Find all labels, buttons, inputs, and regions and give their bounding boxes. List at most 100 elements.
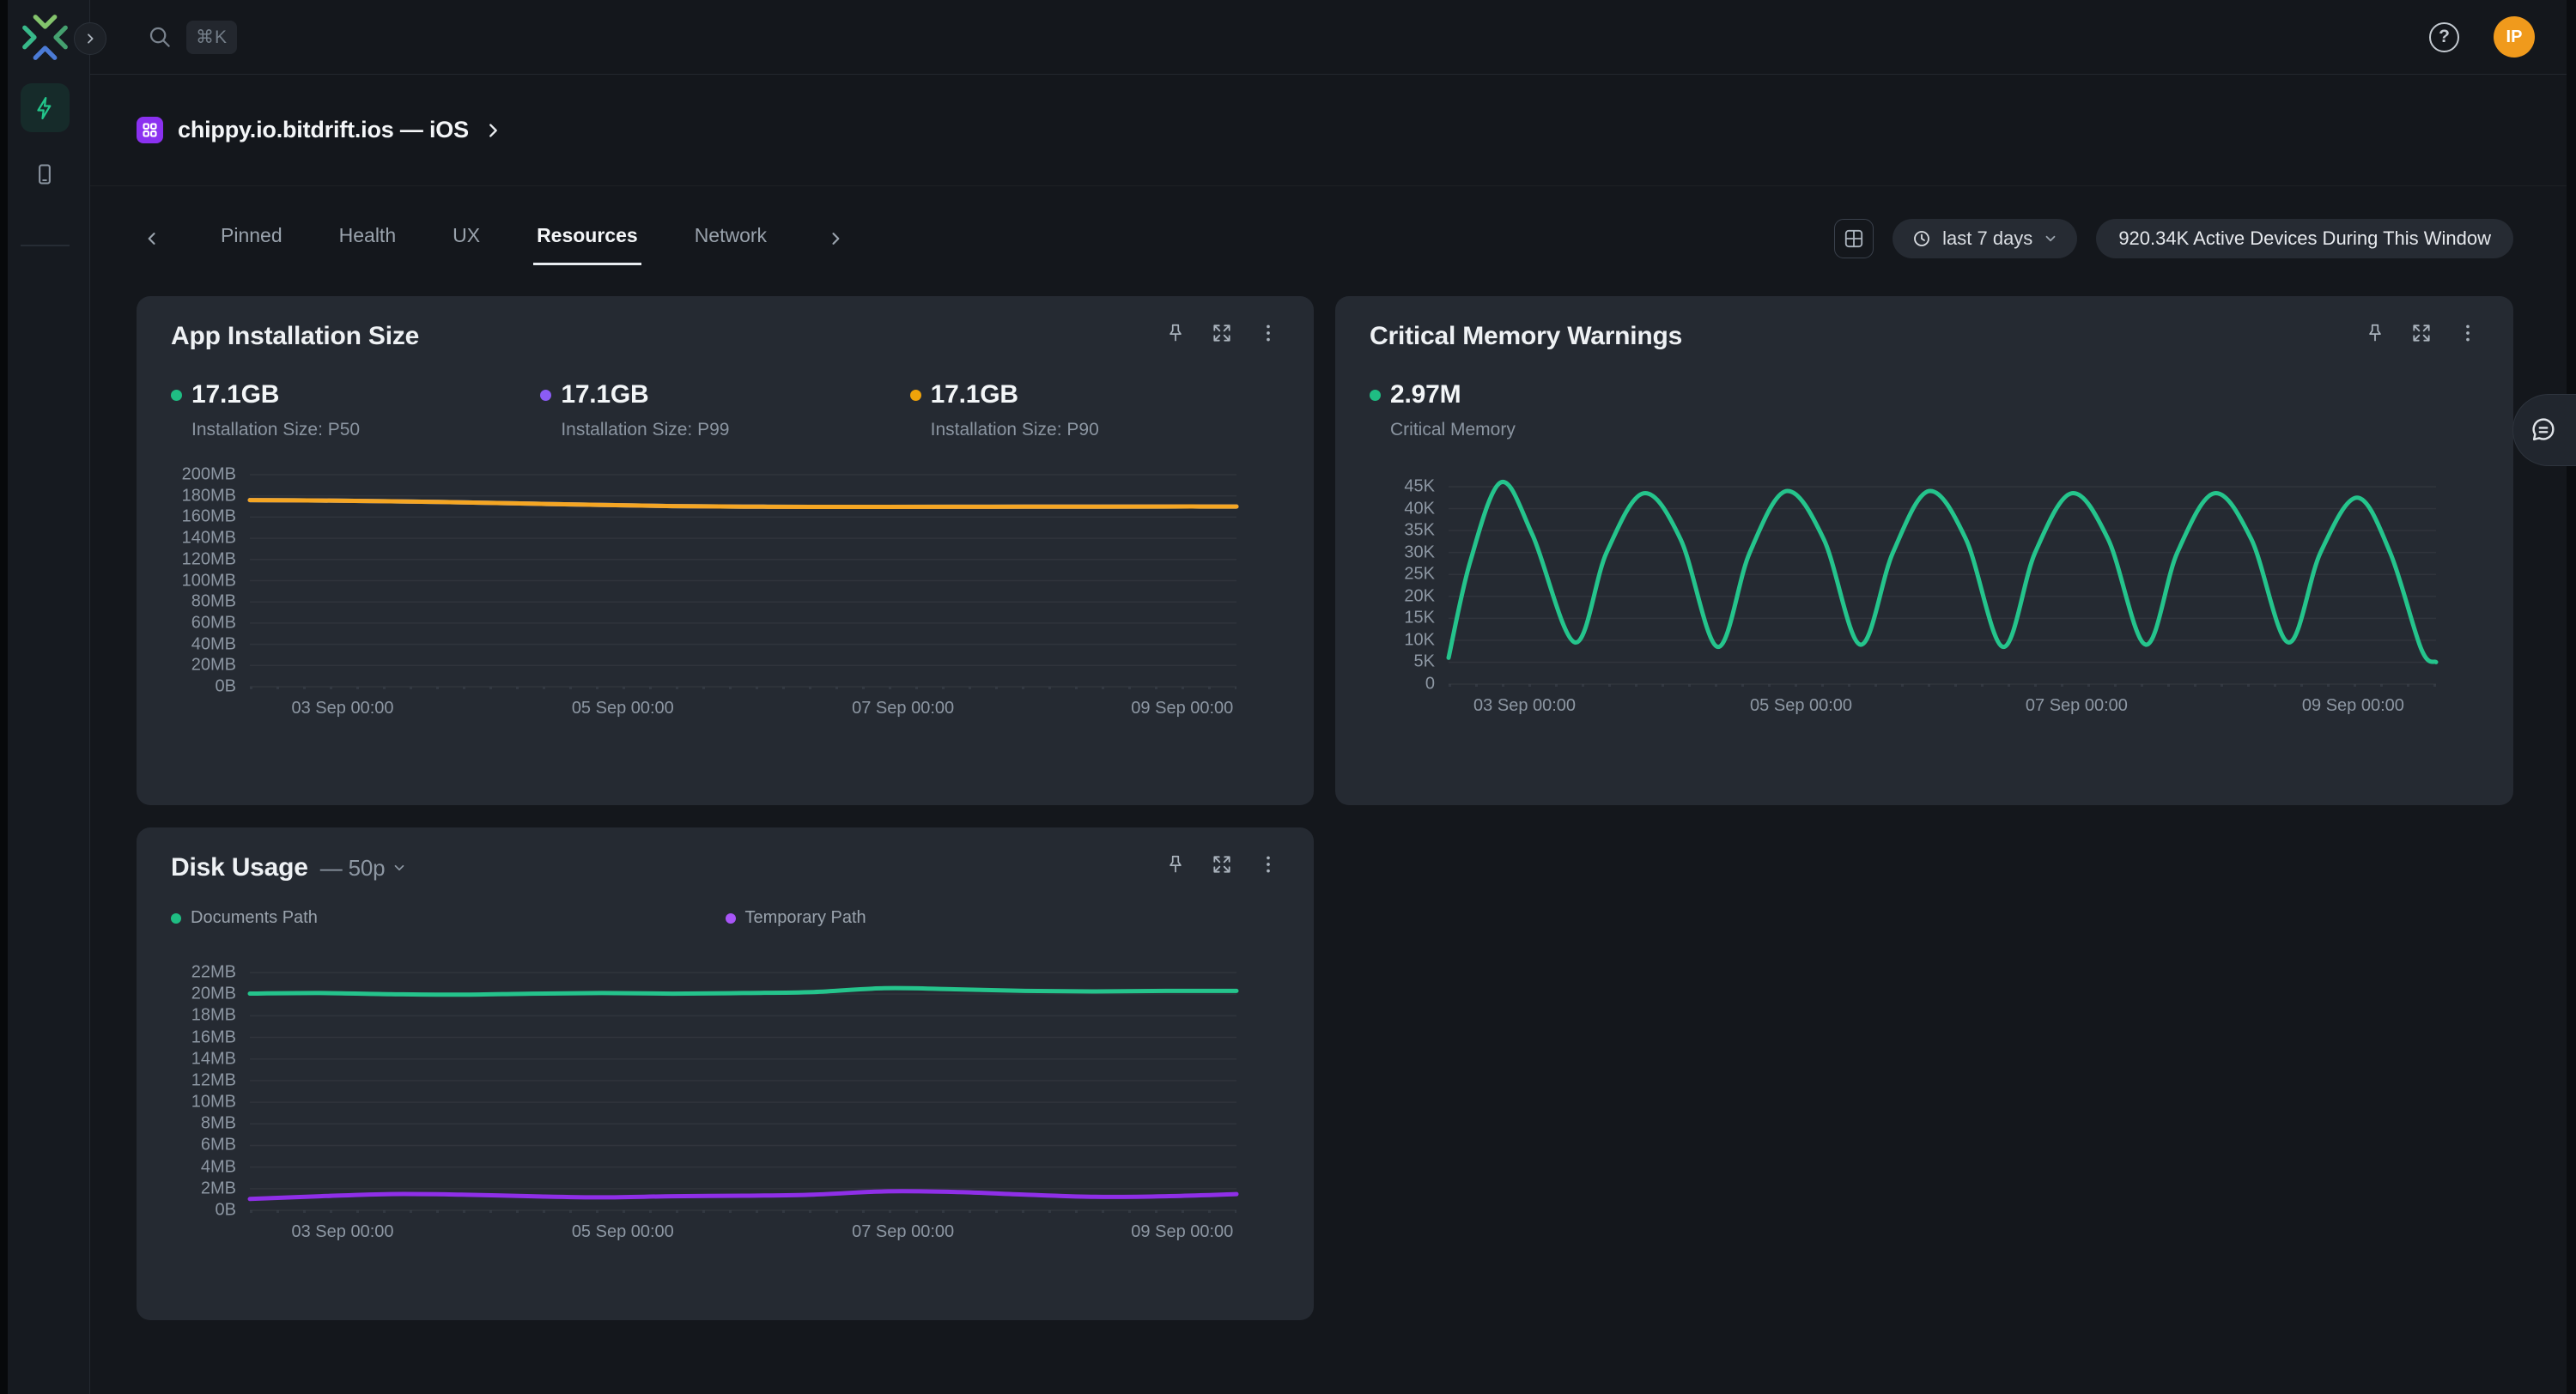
lightning-icon: [32, 95, 58, 121]
topbar: ⌘K ? IP: [90, 0, 2576, 75]
stat-p99: 17.1GB Installation Size: P99: [540, 380, 909, 440]
chat-bubble-icon: [2529, 415, 2558, 445]
plot-area[interactable]: 03 Sep 00:0005 Sep 00:0007 Sep 00:0009 S…: [1449, 487, 2436, 684]
disk-usage-chart: 22MB20MB18MB16MB14MB12MB10MB8MB6MB4MB2MB…: [171, 973, 1279, 1210]
y-axis-labels: 22MB20MB18MB16MB14MB12MB10MB8MB6MB4MB2MB…: [171, 973, 250, 1210]
breadcrumb: chippy.io.bitdrift.ios — iOS: [90, 75, 2576, 186]
y-axis-labels: 45K40K35K30K25K20K15K10K5K0: [1370, 487, 1449, 684]
card-header: Disk Usage — 50p: [171, 853, 1279, 882]
page-content: chippy.io.bitdrift.ios — iOS Pinned Heal…: [90, 75, 2576, 1394]
stat-dot: [540, 390, 551, 401]
avatar[interactable]: IP: [2494, 16, 2535, 58]
window-edge-right: [2567, 0, 2576, 1394]
percentile-selector[interactable]: — 50p: [320, 855, 408, 882]
sidebar-divider: [21, 245, 70, 246]
app-installation-chart: 200MB180MB160MB140MB120MB100MB80MB60MB40…: [171, 475, 1279, 687]
x-axis-labels: 03 Sep 00:0005 Sep 00:0007 Sep 00:0009 S…: [250, 699, 1236, 723]
pin-icon[interactable]: [2364, 322, 2386, 344]
card-actions: [1164, 322, 1279, 344]
stat-label: Installation Size: P90: [931, 420, 1279, 440]
legend-label: Documents Path: [191, 908, 318, 928]
help-icon[interactable]: ?: [2429, 22, 2459, 52]
chevron-down-icon: [392, 860, 407, 876]
tab-pinned[interactable]: Pinned: [217, 212, 286, 265]
search-icon: [147, 24, 173, 50]
chevron-right-icon[interactable]: [483, 121, 502, 140]
tab-ux[interactable]: UX: [449, 212, 483, 265]
chart-legend: Documents Path Temporary Path: [171, 908, 1279, 928]
card-actions: [2364, 322, 2479, 344]
bitdrift-logo-icon[interactable]: [21, 13, 69, 61]
critical-memory-chart: 45K40K35K30K25K20K15K10K5K0 03 Sep 00:00…: [1370, 487, 2479, 684]
feedback-chat-tab[interactable]: [2512, 394, 2576, 466]
card-header: App Installation Size: [171, 322, 1279, 351]
active-devices-label: 920.34K Active Devices During This Windo…: [2118, 227, 2491, 250]
stats-row: 17.1GB Installation Size: P50 17.1GB Ins…: [171, 380, 1279, 440]
card-actions: [1164, 853, 1279, 876]
time-range-selector[interactable]: last 7 days: [1893, 219, 2077, 258]
stat-dot: [910, 390, 921, 401]
cards-grid: App Installation Size: [137, 296, 2513, 1320]
dashboard-toolbar: Pinned Health UX Resources Network: [137, 212, 2513, 265]
tab-health[interactable]: Health: [336, 212, 399, 265]
toolbar-right: last 7 days 920.34K Active Devices Durin…: [1834, 219, 2513, 258]
tab-resources[interactable]: Resources: [533, 212, 641, 265]
stats-row: 2.97M Critical Memory: [1370, 380, 2479, 440]
tab-network[interactable]: Network: [691, 212, 770, 265]
time-range-value: last 7 days: [1942, 227, 2032, 250]
app-root: ⌘K ? IP chippy.io.bitdrift.ios — iOS: [0, 0, 2576, 1394]
stat-label: Installation Size: P50: [191, 420, 540, 440]
tabs-scroll-left-icon[interactable]: [137, 230, 167, 247]
y-axis-labels: 200MB180MB160MB140MB120MB100MB80MB60MB40…: [171, 475, 250, 687]
app-grid-icon: [137, 117, 163, 143]
chevron-right-icon: [83, 32, 97, 45]
stat-value: 17.1GB: [191, 380, 279, 409]
sidebar: [0, 0, 90, 1394]
expand-icon[interactable]: [2410, 322, 2433, 344]
card-title: Critical Memory Warnings: [1370, 322, 1682, 351]
legend-temporary-path[interactable]: Temporary Path: [726, 908, 1280, 928]
pin-icon[interactable]: [1164, 853, 1187, 876]
chevron-down-icon: [2043, 231, 2058, 246]
card-critical-memory-warnings: Critical Memory Warnings: [1335, 296, 2513, 805]
mobile-phone-icon: [33, 162, 57, 186]
expand-icon[interactable]: [1211, 853, 1233, 876]
kebab-menu-icon[interactable]: [1257, 322, 1279, 344]
sidebar-items: [0, 83, 89, 246]
stat-label: Installation Size: P99: [561, 420, 909, 440]
card-title-text: Disk Usage: [171, 853, 308, 882]
window-edge-left: [0, 0, 8, 1394]
sidebar-collapse-button[interactable]: [74, 22, 106, 55]
global-search[interactable]: ⌘K: [147, 21, 237, 54]
stat-dot: [171, 390, 182, 401]
stat-value: 17.1GB: [931, 380, 1018, 409]
tabs-scroll-right-icon[interactable]: [820, 230, 851, 247]
tab-bar: Pinned Health UX Resources Network: [137, 212, 851, 265]
sidebar-item-events[interactable]: [21, 83, 70, 132]
x-axis-labels: 03 Sep 00:0005 Sep 00:0007 Sep 00:0009 S…: [250, 1222, 1236, 1246]
plot-area[interactable]: 03 Sep 00:0005 Sep 00:0007 Sep 00:0009 S…: [250, 973, 1236, 1210]
main-column: ⌘K ? IP chippy.io.bitdrift.ios — iOS: [90, 0, 2576, 1394]
plot-area[interactable]: 03 Sep 00:0005 Sep 00:0007 Sep 00:0009 S…: [250, 475, 1236, 687]
legend-dot: [726, 913, 736, 924]
kebab-menu-icon[interactable]: [2457, 322, 2479, 344]
layout-grid-button[interactable]: [1834, 219, 1874, 258]
pin-icon[interactable]: [1164, 322, 1187, 344]
legend-documents-path[interactable]: Documents Path: [171, 908, 726, 928]
stat-dot: [1370, 390, 1381, 401]
card-header: Critical Memory Warnings: [1370, 322, 2479, 351]
card-disk-usage: Disk Usage — 50p: [137, 827, 1314, 1320]
kebab-menu-icon[interactable]: [1257, 853, 1279, 876]
active-devices-badge: 920.34K Active Devices During This Windo…: [2096, 219, 2513, 258]
search-shortcut-badge: ⌘K: [186, 21, 237, 54]
expand-icon[interactable]: [1211, 322, 1233, 344]
topbar-right: ? IP: [2429, 16, 2535, 58]
sidebar-item-devices[interactable]: [21, 149, 70, 198]
percentile-value: — 50p: [320, 855, 386, 882]
legend-dot: [171, 913, 181, 924]
stat-p50: 17.1GB Installation Size: P50: [171, 380, 540, 440]
app-breadcrumb-label[interactable]: chippy.io.bitdrift.ios — iOS: [178, 117, 469, 143]
x-axis-labels: 03 Sep 00:0005 Sep 00:0007 Sep 00:0009 S…: [1449, 696, 2436, 720]
stat-label: Critical Memory: [1390, 420, 1745, 440]
stat-critical-memory: 2.97M Critical Memory: [1370, 380, 1745, 440]
